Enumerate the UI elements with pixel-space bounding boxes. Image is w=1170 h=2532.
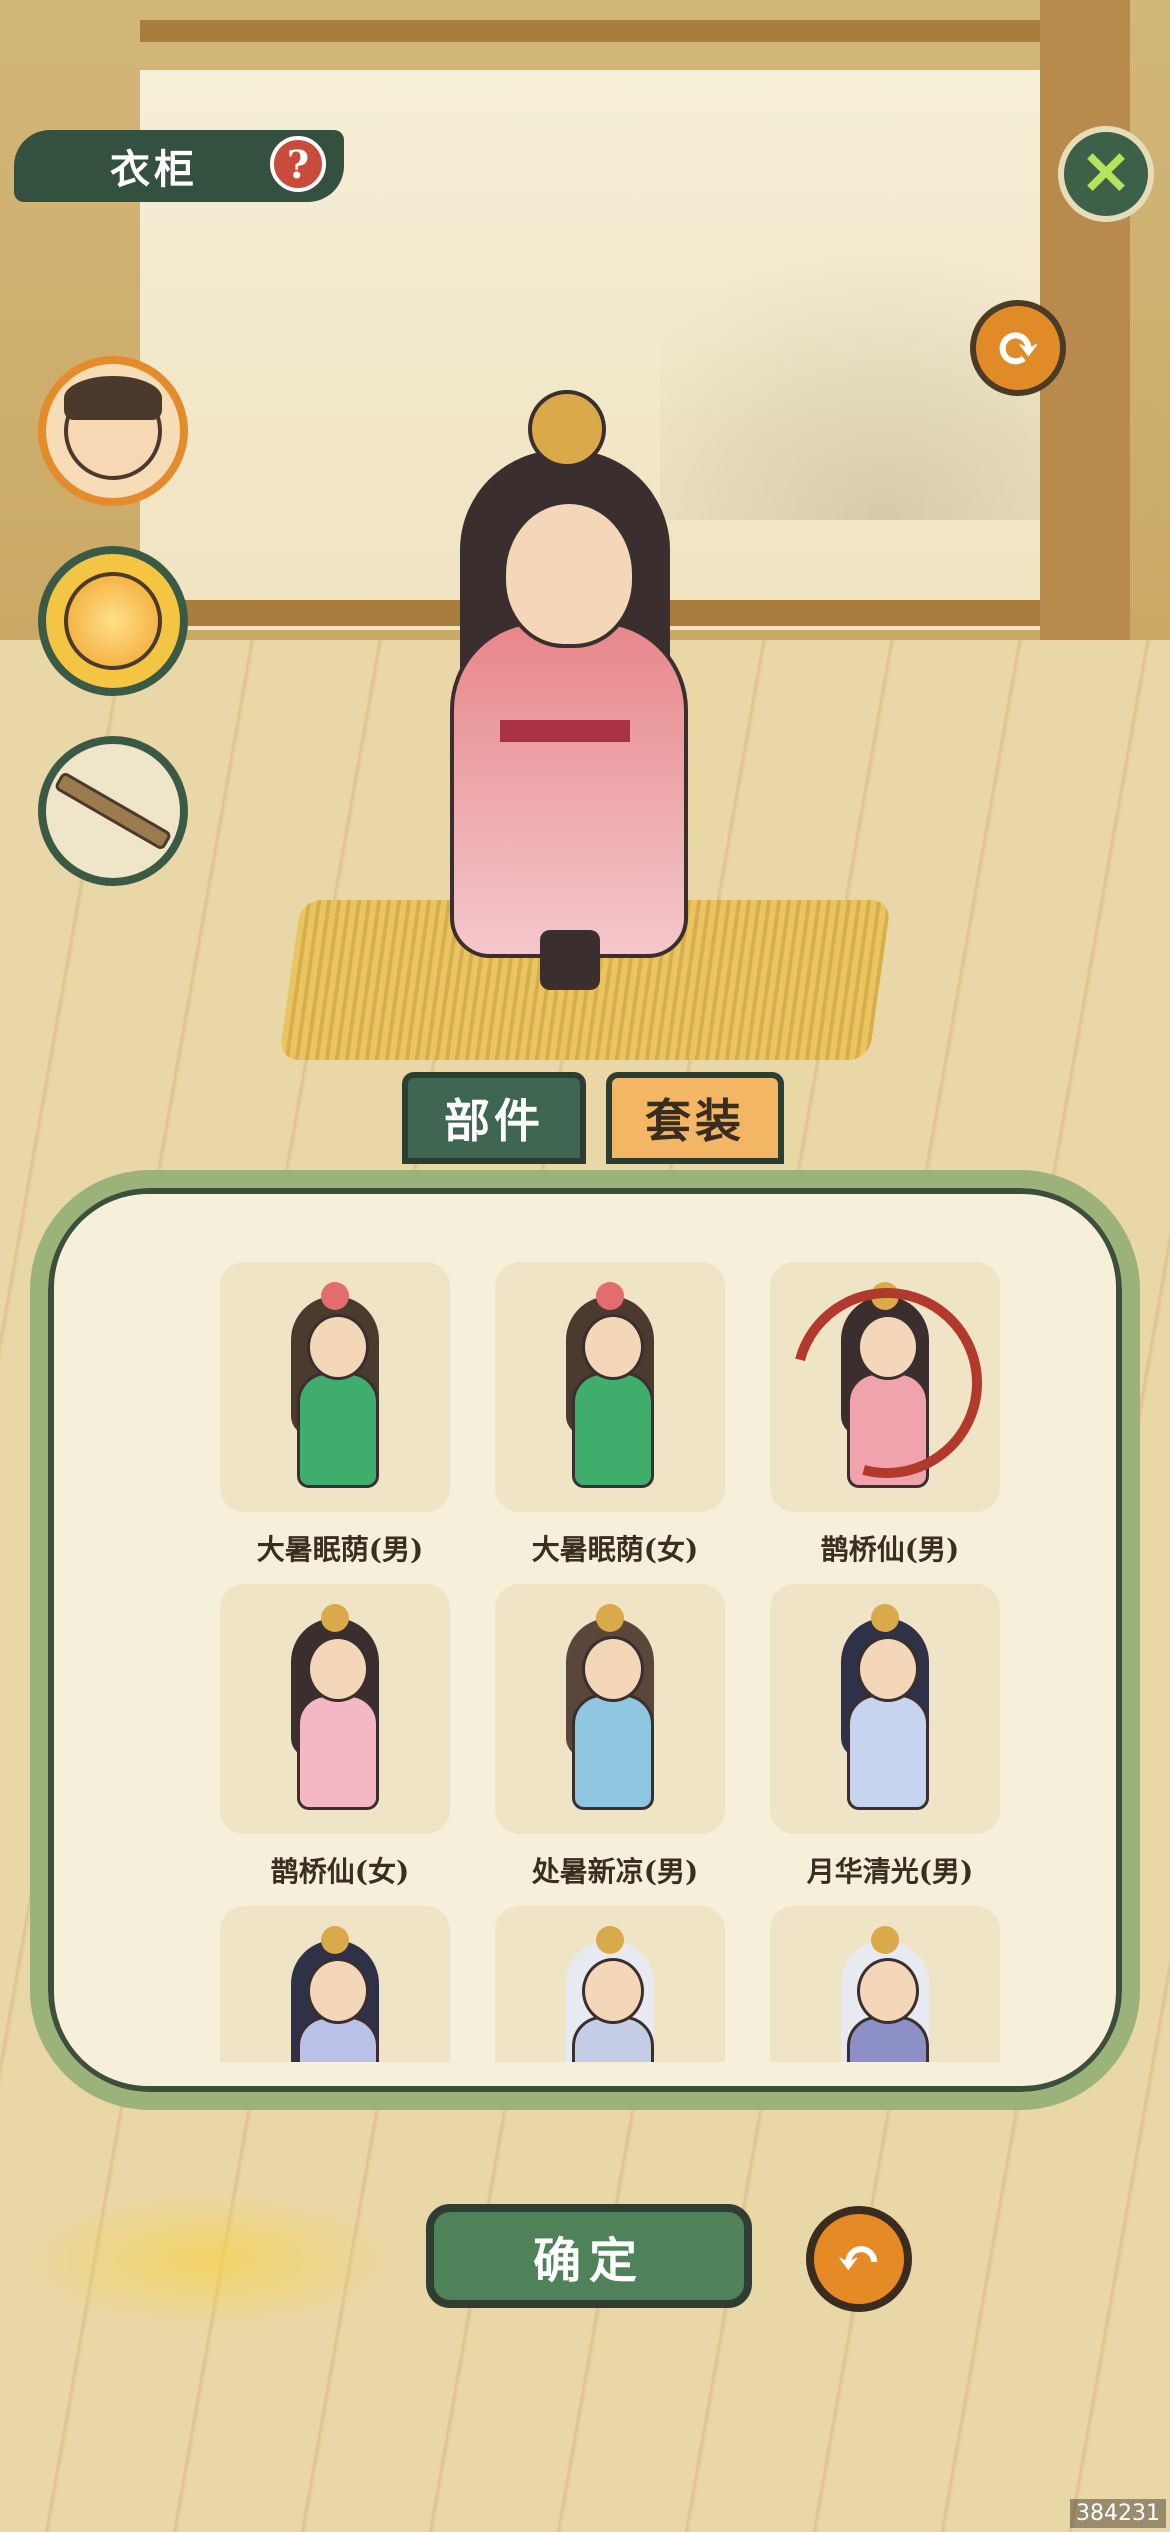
paint-splash-decoration — [20, 2190, 400, 2330]
character-robe — [450, 620, 688, 958]
figure-ornament — [321, 1604, 349, 1632]
outfit-card[interactable] — [770, 1906, 1000, 2062]
outfit-figure — [285, 1604, 385, 1820]
outfit-card[interactable] — [495, 1906, 725, 2062]
watermark: 384231 — [1070, 2499, 1166, 2528]
figure-outfit — [297, 1694, 379, 1810]
figure-ornament — [596, 1926, 624, 1954]
page-title: 衣柜 — [110, 146, 198, 193]
figure-face — [307, 1636, 369, 1702]
figure-ornament — [596, 1604, 624, 1632]
close-icon: ✕ — [1080, 139, 1132, 209]
tab-parts[interactable]: 部件 — [402, 1072, 586, 1164]
outfit-figure — [560, 1282, 660, 1498]
outfit-label: 月华清光(男) — [806, 1855, 974, 1888]
category-weapon-button[interactable] — [38, 736, 188, 886]
outfit-card[interactable] — [220, 1262, 450, 1512]
face-icon — [64, 376, 162, 480]
outfit-label: 处暑新凉(男) — [531, 1855, 699, 1888]
outfit-label: 大暑眠荫(男) — [256, 1533, 424, 1566]
category-aura-button[interactable] — [38, 546, 188, 696]
selected-ring-icon — [770, 1262, 1000, 1512]
outfit-figure — [560, 1926, 660, 2062]
outfit-figure — [835, 1604, 935, 1820]
hair-ornament — [528, 390, 606, 468]
outfit-card[interactable] — [220, 1906, 450, 2062]
figure-ornament — [596, 1282, 624, 1310]
character-preview[interactable] — [410, 390, 720, 1010]
character-belt — [500, 720, 630, 742]
refresh-icon: ⟳ — [994, 315, 1042, 381]
outfit-figure — [285, 1282, 385, 1498]
fire-aura-icon — [64, 572, 162, 670]
question-icon: ? — [286, 141, 310, 187]
character-boots — [540, 930, 600, 990]
figure-ornament — [871, 1604, 899, 1632]
outfit-label: 鹊桥仙(女) — [270, 1855, 410, 1888]
character-face — [502, 500, 636, 648]
figure-ornament — [321, 1282, 349, 1310]
figure-outfit — [572, 1694, 654, 1810]
tab-sets[interactable]: 套装 — [606, 1072, 784, 1164]
figure-ornament — [871, 1926, 899, 1954]
outfit-item[interactable]: 大暑眠荫(男) — [220, 1262, 460, 1568]
outfit-item[interactable] — [220, 1906, 460, 2062]
figure-outfit — [847, 1694, 929, 1810]
outfit-item[interactable]: 鹊桥仙(男) — [770, 1262, 1010, 1568]
outfit-item[interactable]: 月华清光(男) — [770, 1584, 1010, 1890]
outfit-grid[interactable]: 大暑眠荫(男) 大暑眠荫(女) 鹊桥仙(男) 鹊桥仙(女) 处暑新凉(男) 月华清光(男) — [220, 1262, 1020, 2062]
outfit-card[interactable] — [495, 1584, 725, 1834]
outfit-panel: 大暑眠荫(男) 大暑眠荫(女) 鹊桥仙(男) 鹊桥仙(女) 处暑新凉(男) 月华清光(男) — [30, 1170, 1140, 2110]
outfit-label: 大暑眠荫(女) — [531, 1533, 699, 1566]
roof-beam — [140, 20, 1060, 42]
close-button[interactable]: ✕ — [1058, 126, 1154, 222]
figure-face — [307, 1958, 369, 2024]
sword-icon — [53, 770, 173, 852]
confirm-button[interactable]: 确定 — [426, 2204, 752, 2308]
outfit-card[interactable] — [770, 1262, 1000, 1512]
figure-face — [857, 1636, 919, 1702]
outfit-item[interactable] — [770, 1906, 1010, 2062]
figure-face — [582, 1958, 644, 2024]
figure-outfit — [297, 1372, 379, 1488]
undo-button[interactable]: ↶ — [806, 2206, 912, 2312]
figure-face — [582, 1314, 644, 1380]
outfit-label: 鹊桥仙(男) — [820, 1533, 960, 1566]
outfit-card[interactable] — [220, 1584, 450, 1834]
undo-icon: ↶ — [835, 2226, 883, 2292]
outfit-item[interactable]: 大暑眠荫(女) — [495, 1262, 735, 1568]
outfit-figure — [560, 1604, 660, 1820]
outfit-item[interactable]: 处暑新凉(男) — [495, 1584, 735, 1890]
outfit-item[interactable] — [495, 1906, 735, 2062]
outfit-card[interactable] — [770, 1584, 1000, 1834]
figure-face — [307, 1314, 369, 1380]
category-face-button[interactable] — [38, 356, 188, 506]
figure-face — [857, 1958, 919, 2024]
outfit-card[interactable] — [495, 1262, 725, 1512]
outfit-figure — [285, 1926, 385, 2062]
outfit-item[interactable]: 鹊桥仙(女) — [220, 1584, 460, 1890]
outfit-figure — [835, 1926, 935, 2062]
figure-outfit — [572, 1372, 654, 1488]
help-button[interactable]: ? — [270, 136, 326, 192]
refresh-button[interactable]: ⟳ — [970, 300, 1066, 396]
figure-face — [582, 1636, 644, 1702]
figure-ornament — [321, 1926, 349, 1954]
